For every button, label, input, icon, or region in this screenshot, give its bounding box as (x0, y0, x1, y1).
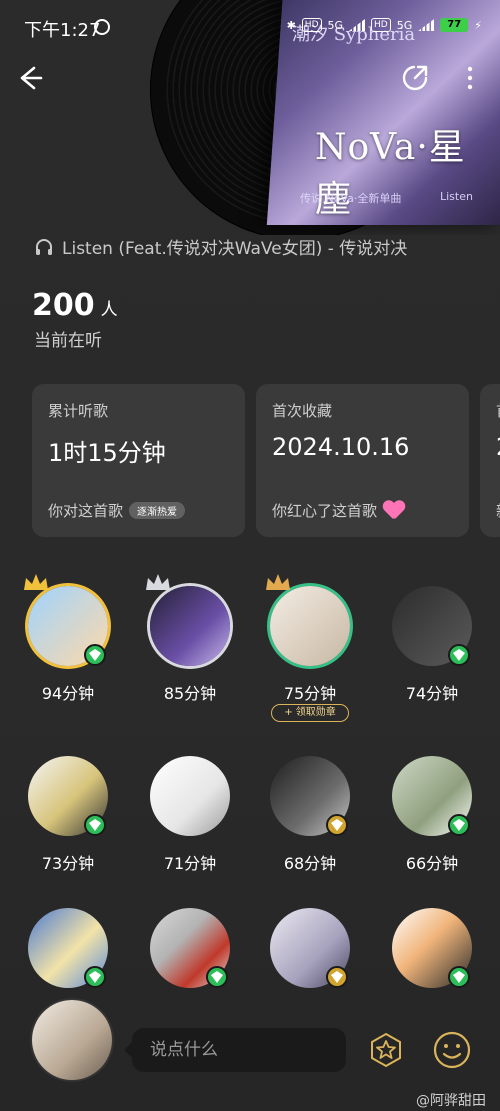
star-badge-button[interactable] (368, 1032, 404, 1068)
back-arrow-icon (20, 66, 43, 90)
network-5g-label: 5G (327, 18, 344, 32)
stat-value: 2 (496, 433, 500, 461)
listener-count-unit: 人 (100, 300, 118, 320)
stat-card-total-listening[interactable]: 累计听歌 1时15分钟 你对这首歌 逐渐热爱 (32, 384, 245, 537)
silver-crown-icon (146, 574, 170, 590)
stat-label: 首次收藏 (272, 402, 333, 420)
listener-item[interactable]: 75分钟 + 领取勋章 (260, 574, 360, 722)
charging-icon: ⚡ (474, 18, 482, 32)
listen-minutes: 71分钟 (163, 854, 217, 873)
vip-badge-icon (448, 814, 470, 836)
vip-gold-badge-icon (326, 814, 348, 836)
my-avatar[interactable] (32, 1000, 112, 1080)
listener-item[interactable]: 74分钟 (382, 580, 482, 720)
share-button[interactable] (400, 63, 430, 93)
listener-count-label: 当前在听 (34, 331, 102, 351)
hd-chip-2: HD (371, 18, 391, 32)
more-button[interactable] (460, 63, 480, 93)
more-vertical-icon (467, 66, 473, 90)
heart-icon (383, 501, 405, 521)
stat-footer-text: 你红心了这首歌 (272, 502, 378, 520)
listen-minutes: 73分钟 (41, 854, 95, 873)
song-title-row[interactable]: Listen (Feat.传说对决WaVe女团) - 传说对决 (34, 234, 407, 259)
smile-icon (433, 1031, 471, 1069)
album-subtitle: 传说 NoVa·全新单曲 (300, 192, 402, 205)
vip-badge-icon (84, 644, 106, 666)
listener-item[interactable]: 68分钟 (260, 750, 360, 890)
listener-item[interactable]: 66分钟 (382, 750, 482, 890)
listen-minutes: 85分钟 (163, 684, 217, 703)
listener-count: 200 人 (32, 288, 118, 323)
status-indicators: ✱ HD 5G HD 5G 77 ⚡ (287, 18, 482, 32)
stat-value: 1时15分钟 (48, 439, 166, 467)
listen-minutes: 68分钟 (283, 854, 337, 873)
vip-badge-icon (206, 966, 228, 988)
listen-minutes: 75分钟 (283, 684, 337, 703)
signal-icon (349, 19, 366, 31)
vip-gold-badge-icon (326, 966, 348, 988)
stat-footer: 你红心了这首歌 (272, 500, 405, 521)
stat-footer-text: 新 (496, 500, 500, 521)
listen-minutes: 66分钟 (405, 854, 459, 873)
star-badge-icon (371, 1032, 401, 1068)
avatar[interactable] (150, 756, 230, 836)
battery-icon: 77 (440, 18, 469, 32)
love-level-chip: 逐渐热爱 (129, 502, 186, 519)
alarm-icon (94, 19, 110, 35)
album-subtitle-2: Listen (440, 190, 473, 203)
watermark-text: @阿骅甜田 (416, 1093, 486, 1109)
listener-item[interactable] (382, 902, 482, 1042)
comment-input[interactable]: 说点什么 (124, 1028, 346, 1072)
listener-item[interactable]: 94分钟 (18, 574, 118, 720)
listener-item[interactable]: 85分钟 (140, 574, 240, 720)
stat-card-partial[interactable]: 首 2 新 (480, 384, 500, 537)
status-time: 下午1:27 (24, 20, 101, 41)
stat-label: 首 (496, 400, 500, 421)
headphones-icon (36, 238, 52, 255)
comment-placeholder: 说点什么 (150, 1040, 218, 1060)
listener-item[interactable]: 71分钟 (140, 750, 240, 890)
network-5g-label-2: 5G (396, 18, 413, 32)
listen-minutes: 74分钟 (405, 684, 459, 703)
listener-item[interactable] (140, 902, 240, 1042)
vip-badge-icon (84, 814, 106, 836)
listener-count-number: 200 (32, 288, 95, 323)
bronze-crown-icon (266, 574, 290, 590)
status-bar: 下午1:27 ✱ HD 5G HD 5G 77 ⚡ (0, 0, 500, 50)
stat-footer-text: 你对这首歌 (48, 502, 124, 520)
stat-card-first-favorite[interactable]: 首次收藏 2024.10.16 你红心了这首歌 (256, 384, 469, 537)
hd-chip: HD (301, 18, 322, 32)
emoji-button[interactable] (432, 1030, 472, 1070)
listener-item[interactable] (260, 902, 360, 1042)
claim-medal-button[interactable]: + 领取勋章 (271, 704, 349, 722)
song-listeners-screen: 潮汐 Sypheria NoVa·星塵 传说 NoVa·全新单曲 Listen … (0, 0, 500, 1111)
avatar[interactable] (270, 586, 350, 666)
listen-minutes: 94分钟 (41, 684, 95, 703)
signal-icon-2 (418, 19, 435, 31)
bluetooth-icon: ✱ (286, 18, 296, 32)
share-icon (402, 65, 428, 91)
gold-crown-icon (24, 574, 48, 590)
stat-footer: 新 (496, 500, 500, 521)
avatar[interactable] (150, 586, 230, 666)
listener-item[interactable]: 73分钟 (18, 750, 118, 890)
stat-footer: 你对这首歌 逐渐热爱 (48, 500, 186, 521)
vip-badge-icon (448, 644, 470, 666)
vip-badge-icon (448, 966, 470, 988)
song-title: Listen (Feat.传说对决WaVe女团) - 传说对决 (62, 239, 408, 259)
album-title: NoVa·星塵 (315, 127, 466, 220)
back-button[interactable] (14, 63, 44, 93)
stat-label: 累计听歌 (48, 402, 109, 420)
vip-badge-icon (84, 966, 106, 988)
stat-value: 2024.10.16 (272, 433, 410, 461)
